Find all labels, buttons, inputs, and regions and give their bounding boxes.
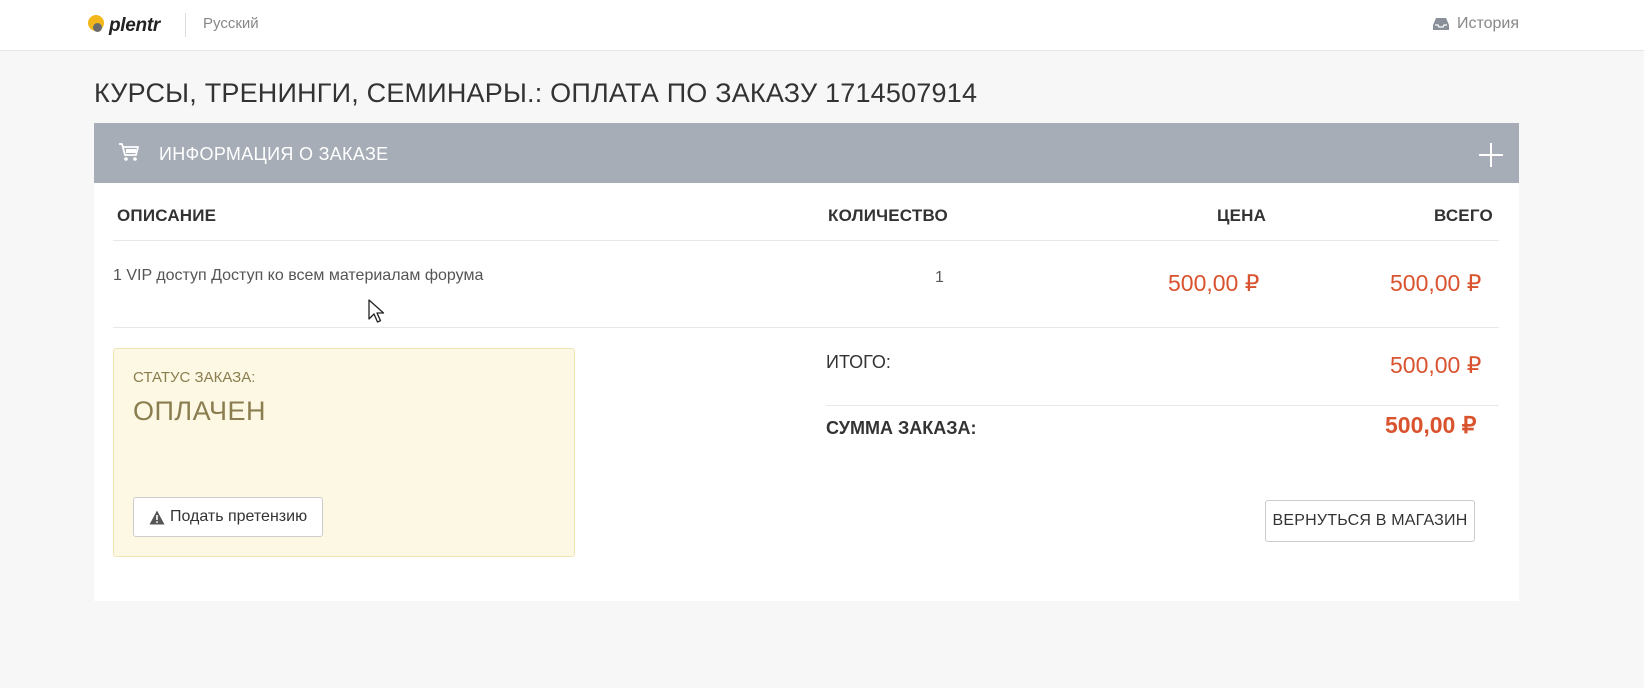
row-price: 500,00 ₽: [1168, 270, 1260, 296]
order-sum-value: 500,00 ₽: [1385, 412, 1477, 438]
row-description: 1 VIP доступ Доступ ко всем материалам ф…: [113, 267, 484, 284]
header-divider: [185, 13, 186, 37]
column-header-description: ОПИСАНИЕ: [117, 206, 217, 225]
order-panel: ИНФОРМАЦИЯ О ЗАКАЗЕ ОПИСАНИЕ КОЛИЧЕСТВО …: [94, 123, 1519, 601]
status-value: ОПЛАЧЕН: [133, 396, 267, 426]
row-divider-line: [113, 327, 1499, 328]
column-header-quantity: КОЛИЧЕСТВО: [828, 206, 948, 225]
page-title: КУРСЫ, ТРЕНИНГИ, СЕМИНАРЫ.: ОПЛАТА ПО ЗА…: [94, 78, 978, 108]
totals-divider-line: [826, 405, 1499, 406]
panel-header[interactable]: ИНФОРМАЦИЯ О ЗАКАЗЕ: [94, 123, 1519, 183]
column-header-price: ЦЕНА: [1217, 206, 1267, 225]
logo[interactable]: plentr: [88, 14, 160, 38]
cart-icon: [119, 143, 139, 161]
subtotal-label: ИТОГО:: [826, 352, 891, 372]
expand-plus-icon[interactable]: [1479, 143, 1503, 167]
status-label: СТАТУС ЗАКАЗА:: [133, 369, 256, 386]
order-status-box: СТАТУС ЗАКАЗА: ОПЛАЧЕН Подать претензию: [113, 348, 575, 557]
warning-icon: [149, 510, 165, 524]
row-total: 500,00 ₽: [1390, 270, 1482, 296]
logo-mark-icon: [88, 15, 106, 37]
top-bar: plentr Русский История: [0, 0, 1644, 51]
header-divider-line: [113, 240, 1499, 241]
logo-text: plentr: [109, 15, 160, 36]
column-header-total: ВСЕГО: [1434, 206, 1493, 225]
back-to-shop-button[interactable]: ВЕРНУТЬСЯ В МАГАЗИН: [1265, 500, 1475, 542]
order-sum-label: СУММА ЗАКАЗА:: [826, 418, 977, 438]
mouse-cursor-icon: [368, 299, 385, 323]
history-link[interactable]: История: [1432, 15, 1519, 33]
inbox-icon: [1432, 18, 1449, 30]
file-claim-button[interactable]: Подать претензию: [133, 497, 323, 537]
row-quantity: 1: [935, 269, 944, 286]
subtotal-value: 500,00 ₽: [1390, 352, 1482, 378]
language-selector[interactable]: Русский: [203, 15, 259, 32]
file-claim-label: Подать претензию: [169, 508, 308, 525]
history-label: История: [1456, 15, 1519, 32]
panel-title: ИНФОРМАЦИЯ О ЗАКАЗЕ: [159, 144, 389, 164]
